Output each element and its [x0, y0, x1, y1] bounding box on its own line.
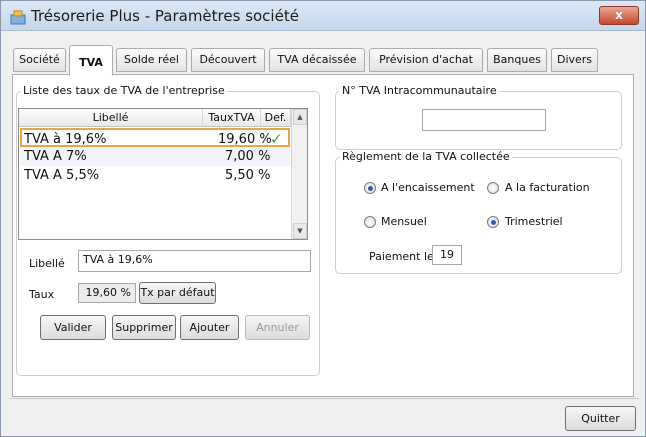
- taux-input[interactable]: 19,60 %: [78, 283, 136, 303]
- row-taux: 7,00 %: [225, 149, 271, 164]
- intracom-input[interactable]: [422, 109, 546, 131]
- window-title: Trésorerie Plus - Paramètres société: [31, 7, 299, 25]
- tab-tva[interactable]: TVA: [69, 45, 113, 76]
- settings-window: Trésorerie Plus - Paramètres société x S…: [0, 0, 646, 437]
- facturation-label[interactable]: A la facturation: [505, 181, 590, 194]
- list-scrollbar[interactable]: ▲ ▼: [291, 109, 307, 239]
- header-libelle[interactable]: Libellé: [19, 109, 203, 127]
- paiement-label: Paiement le: [369, 250, 434, 263]
- taux-list[interactable]: Libellé TauxTVA Def. TVA à 19,6% 19,60 %…: [18, 108, 308, 240]
- reglement-legend: Règlement de la TVA collectée: [340, 150, 512, 163]
- scroll-down-icon[interactable]: ▼: [293, 223, 307, 239]
- header-def[interactable]: Def.: [261, 109, 291, 127]
- taux-label: Taux: [29, 288, 55, 301]
- row-taux: 19,60 %: [218, 132, 272, 147]
- facturation-radio[interactable]: [487, 182, 499, 194]
- supprimer-button[interactable]: Supprimer: [112, 315, 176, 340]
- table-row[interactable]: TVA A 5,5% 5,50 %: [20, 166, 290, 185]
- header-taux[interactable]: TauxTVA: [203, 109, 261, 127]
- taux-group-legend: Liste des taux de TVA de l'entreprise: [21, 84, 227, 97]
- mensuel-radio[interactable]: [364, 216, 376, 228]
- title-bar: Trésorerie Plus - Paramètres société x: [1, 1, 645, 31]
- tx-par-defaut-button[interactable]: Tx par défaut: [139, 282, 216, 304]
- tab-decouvert[interactable]: Découvert: [191, 48, 265, 72]
- mensuel-label[interactable]: Mensuel: [381, 215, 427, 228]
- row-taux: 5,50 %: [225, 168, 271, 183]
- close-button[interactable]: x: [599, 6, 639, 25]
- ajouter-button[interactable]: Ajouter: [180, 315, 239, 340]
- encaissement-radio[interactable]: [364, 182, 376, 194]
- tab-prevision-achat[interactable]: Prévision d'achat: [369, 48, 483, 72]
- scroll-up-icon[interactable]: ▲: [293, 109, 307, 125]
- tab-divers[interactable]: Divers: [551, 48, 598, 72]
- row-libelle: TVA A 5,5%: [24, 168, 100, 183]
- default-check-icon: ✓: [270, 130, 283, 148]
- annuler-button[interactable]: Annuler: [245, 315, 310, 340]
- row-libelle: TVA A 7%: [24, 149, 87, 164]
- libelle-input[interactable]: TVA à 19,6%: [78, 250, 311, 272]
- tab-societe[interactable]: Société: [13, 48, 66, 72]
- trimestriel-label[interactable]: Trimestriel: [505, 215, 563, 228]
- tab-tva-decaissee[interactable]: TVA décaissée: [269, 48, 365, 72]
- table-row[interactable]: TVA A 7% 7,00 %: [20, 147, 290, 166]
- valider-button[interactable]: Valider: [40, 315, 106, 340]
- paiement-input[interactable]: 19: [432, 245, 462, 265]
- tab-solde-reel[interactable]: Solde réel: [116, 48, 187, 72]
- footer-divider: [9, 398, 639, 399]
- app-icon: [10, 10, 26, 25]
- quitter-button[interactable]: Quitter: [565, 406, 636, 431]
- table-row[interactable]: TVA à 19,6% 19,60 % ✓: [20, 128, 290, 148]
- intracom-legend: N° TVA Intracommunautaire: [340, 84, 499, 97]
- row-libelle: TVA à 19,6%: [24, 132, 107, 147]
- tab-banques[interactable]: Banques: [487, 48, 547, 72]
- encaissement-label[interactable]: A l'encaissement: [381, 181, 475, 194]
- libelle-label: Libellé: [29, 257, 65, 270]
- trimestriel-radio[interactable]: [487, 216, 499, 228]
